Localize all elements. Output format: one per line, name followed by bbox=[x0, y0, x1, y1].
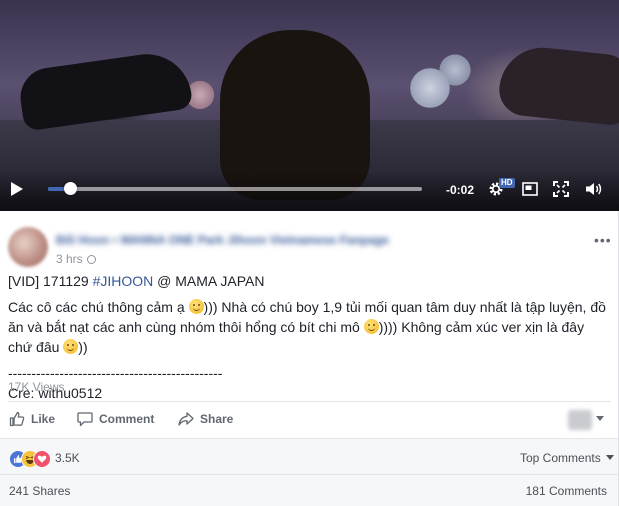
chevron-down-icon bbox=[605, 455, 614, 460]
avatar[interactable] bbox=[8, 227, 48, 267]
comment-label: Comment bbox=[99, 412, 155, 426]
fullscreen-icon[interactable] bbox=[553, 181, 569, 197]
globe-icon bbox=[86, 255, 96, 264]
view-count: 17K Views bbox=[8, 380, 65, 394]
hashtag-link[interactable]: #JIHOON bbox=[93, 273, 154, 289]
comments-count[interactable]: 181 Comments bbox=[526, 484, 607, 498]
viewer-avatar[interactable] bbox=[568, 410, 592, 430]
love-reaction-icon bbox=[33, 450, 51, 468]
video-progress-bar[interactable] bbox=[48, 187, 422, 191]
top-comments-label: Top Comments bbox=[520, 451, 601, 465]
share-icon bbox=[178, 412, 194, 426]
video-player[interactable] bbox=[0, 0, 619, 211]
smile-emoji-icon bbox=[188, 299, 204, 314]
like-label: Like bbox=[31, 412, 56, 426]
reaction-count[interactable]: 3.5K bbox=[55, 451, 80, 465]
post-text-segment: @ MAMA JAPAN bbox=[153, 273, 265, 289]
post-text-segment: [VID] 171129 bbox=[8, 273, 93, 289]
comment-button[interactable]: Comment bbox=[77, 411, 154, 427]
comment-icon bbox=[77, 412, 93, 427]
post-author[interactable]: Bối Hoon • WANNA ONE Park Jihoon Vietnam… bbox=[56, 233, 389, 247]
post-card: -0:02 HD Bối Hoon • WANNA ONE Park Jihoo… bbox=[0, 0, 619, 506]
divider bbox=[8, 401, 611, 402]
smile-emoji-icon bbox=[63, 339, 79, 354]
hd-badge: HD bbox=[499, 178, 515, 188]
divider bbox=[0, 438, 618, 439]
play-icon[interactable] bbox=[11, 182, 23, 196]
post-credit: Cre: withu0512 bbox=[8, 385, 103, 401]
post-text-segment: )) bbox=[78, 339, 88, 355]
shares-count[interactable]: 241 Shares bbox=[9, 484, 70, 498]
top-comments-dropdown[interactable]: Top Comments bbox=[520, 451, 614, 465]
post-time-text: 3 hrs bbox=[56, 252, 83, 266]
post-timestamp[interactable]: 3 hrs bbox=[56, 252, 96, 266]
divider bbox=[0, 474, 618, 475]
share-button[interactable]: Share bbox=[178, 411, 233, 427]
chevron-down-icon[interactable] bbox=[596, 416, 604, 421]
volume-icon[interactable] bbox=[585, 181, 603, 197]
more-icon[interactable]: ••• bbox=[594, 232, 612, 248]
post-text-segment: Các cô các chú thông cảm ạ bbox=[8, 299, 189, 315]
like-icon bbox=[9, 411, 25, 427]
like-button[interactable]: Like bbox=[9, 411, 55, 427]
post-paragraph: Các cô các chú thông cảm ạ ))) Nhà có ch… bbox=[8, 297, 608, 357]
post-line: [VID] 171129 #JIHOON @ MAMA JAPAN bbox=[8, 271, 608, 291]
video-frame-figure bbox=[496, 43, 619, 127]
video-time-remaining: -0:02 bbox=[446, 183, 475, 197]
post-separator: ----------------------------------------… bbox=[8, 365, 223, 381]
pip-icon[interactable] bbox=[522, 182, 538, 196]
share-label: Share bbox=[200, 412, 234, 426]
smile-emoji-icon bbox=[363, 319, 379, 334]
post-body: [VID] 171129 #JIHOON @ MAMA JAPAN Các cô… bbox=[8, 271, 608, 409]
